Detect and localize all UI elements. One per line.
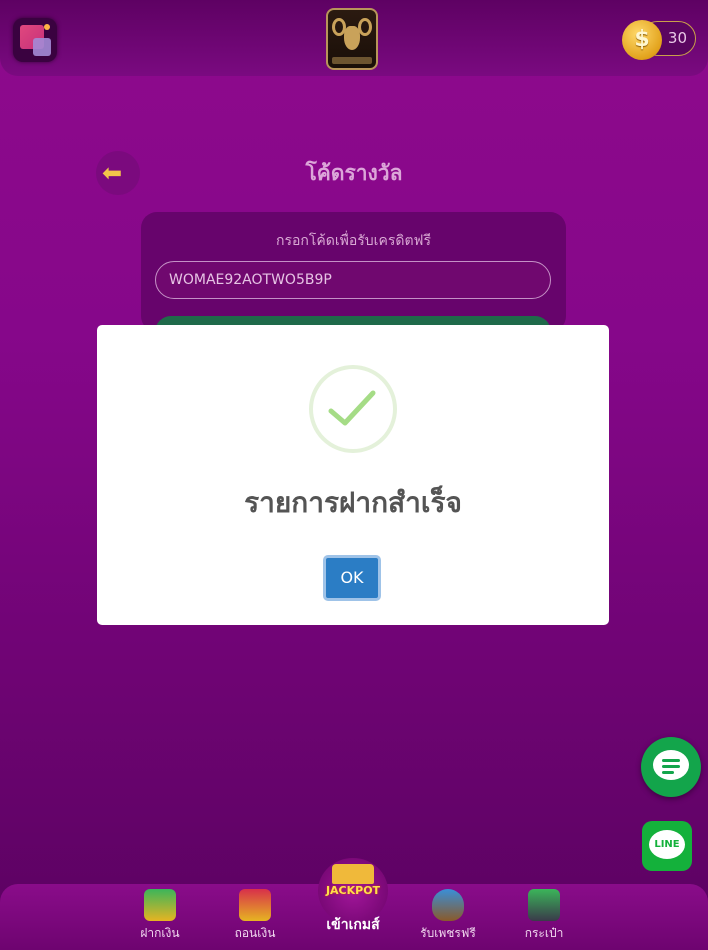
dialog-title: รายการฝากสำเร็จ <box>244 486 462 519</box>
success-dialog: รายการฝากสำเร็จ OK <box>97 325 609 625</box>
success-check-icon <box>309 365 397 453</box>
ok-button[interactable]: OK <box>323 555 381 601</box>
